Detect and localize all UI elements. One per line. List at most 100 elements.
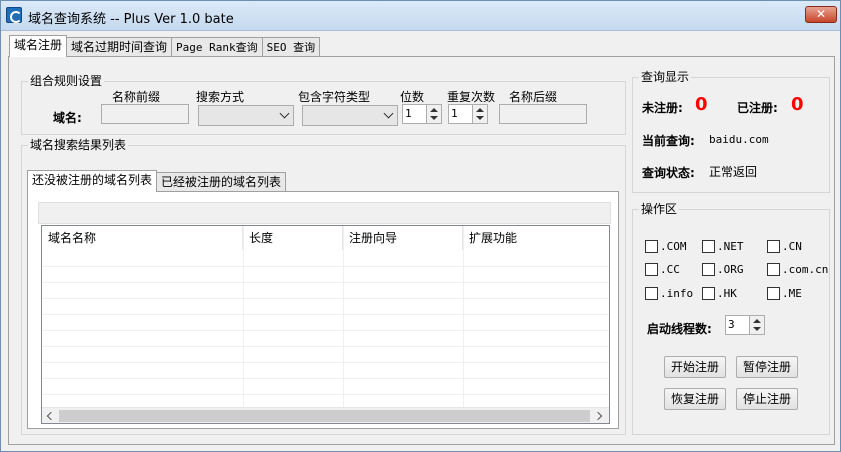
search-mode-select[interactable] <box>198 105 294 126</box>
prefix-input[interactable] <box>101 104 189 124</box>
tab-expiry-query[interactable]: 域名过期时间查询 <box>66 37 173 57</box>
grid-line <box>42 298 609 299</box>
grid-line <box>42 394 609 395</box>
horizontal-scrollbar[interactable] <box>42 407 609 423</box>
checkbox-box[interactable] <box>767 263 780 276</box>
window-title: 域名查询系统 -- Plus Ver 1.0 bate <box>28 12 234 27</box>
title-bar[interactable]: 域名查询系统 -- Plus Ver 1.0 bate ✕ <box>1 1 840 31</box>
checkbox-box[interactable] <box>702 287 715 300</box>
chevron-left-icon[interactable] <box>46 411 56 421</box>
tld-checkbox-me[interactable]: .ME <box>767 287 802 300</box>
prefix-label: 名称前缀 <box>112 90 161 104</box>
suffix-label: 名称后缀 <box>509 90 558 104</box>
tld-label: .COM <box>660 240 687 253</box>
tld-checkbox-cn[interactable]: .CN <box>767 240 802 253</box>
spin-up-icon[interactable] <box>753 319 761 323</box>
results-list-header: 域名名称 长度 注册向导 扩展功能 <box>42 226 609 250</box>
column-header-extensions[interactable]: 扩展功能 <box>463 226 603 250</box>
checkbox-box[interactable] <box>645 240 658 253</box>
checkbox-box[interactable] <box>767 240 780 253</box>
grid-line <box>42 378 609 379</box>
current-query-label: 当前查询: <box>642 134 695 148</box>
status-label: 查询状态: <box>642 166 695 180</box>
digits-value: 1 <box>405 107 412 120</box>
query-display-title: 查询显示 <box>639 70 692 84</box>
close-button[interactable]: ✕ <box>805 6 837 23</box>
grid-line <box>42 330 609 331</box>
repeat-stepper-buttons[interactable] <box>472 105 487 123</box>
tab-page-rank[interactable]: Page Rank查询 <box>171 37 263 57</box>
tld-checkbox-net[interactable]: .NET <box>702 240 744 253</box>
suffix-input[interactable] <box>499 104 587 124</box>
grid-line <box>42 314 609 315</box>
status-value: 正常返回 <box>709 165 758 179</box>
results-toolbar-strip <box>38 202 611 224</box>
column-divider <box>463 226 464 408</box>
scrollbar-thumb[interactable] <box>59 410 590 422</box>
digits-stepper[interactable]: 1 <box>402 104 442 124</box>
stop-register-button[interactable]: 停止注册 <box>736 388 798 410</box>
tab-unregistered-list[interactable]: 还没被注册的域名列表 <box>27 170 158 192</box>
pause-register-button[interactable]: 暂停注册 <box>736 356 798 378</box>
column-header-register-guide[interactable]: 注册向导 <box>343 226 463 250</box>
threads-stepper-buttons[interactable] <box>749 316 764 334</box>
checkbox-box[interactable] <box>645 263 658 276</box>
spin-down-icon[interactable] <box>430 116 438 120</box>
column-header-domain[interactable]: 域名名称 <box>42 226 243 250</box>
checkbox-box[interactable] <box>767 287 780 300</box>
tld-label: .ME <box>782 287 802 300</box>
operations-group-title: 操作区 <box>639 202 680 216</box>
app-icon <box>6 7 22 23</box>
chevron-down-icon <box>279 108 290 119</box>
chevron-right-icon[interactable] <box>593 411 603 421</box>
tld-label: .info <box>660 287 694 300</box>
spin-down-icon[interactable] <box>476 116 484 120</box>
checkbox-box[interactable] <box>645 287 658 300</box>
tld-checkbox-org[interactable]: .ORG <box>702 263 744 276</box>
tld-label: .CC <box>660 263 680 276</box>
tld-checkbox-info[interactable]: .info <box>645 287 693 300</box>
current-query-value: baidu.com <box>709 133 769 146</box>
search-mode-label: 搜索方式 <box>196 90 245 104</box>
registered-count: 0 <box>791 94 804 115</box>
checkbox-box[interactable] <box>702 240 715 253</box>
app-window: 域名查询系统 -- Plus Ver 1.0 bate ✕ 域名注册 域名过期时… <box>0 0 841 452</box>
column-divider <box>343 226 344 408</box>
tab-domain-register[interactable]: 域名注册 <box>9 35 68 57</box>
spin-up-icon[interactable] <box>476 108 484 112</box>
main-tab-panel: 组合规则设置 名称前缀 搜索方式 包含字符类型 位数 重复次数 名称后缀 域名:… <box>8 56 835 445</box>
column-header-length[interactable]: 长度 <box>243 226 343 250</box>
main-tab-strip: 域名注册 域名过期时间查询 Page Rank查询 SEO 查询 <box>9 35 321 57</box>
start-register-button[interactable]: 开始注册 <box>664 356 726 378</box>
threads-label: 启动线程数: <box>647 322 712 336</box>
repeat-value: 1 <box>451 107 458 120</box>
char-type-label: 包含字符类型 <box>298 90 371 104</box>
registered-label: 已注册: <box>737 101 778 115</box>
spin-up-icon[interactable] <box>430 108 438 112</box>
tld-checkbox-com[interactable]: .COM <box>645 240 687 253</box>
digits-label: 位数 <box>400 90 425 104</box>
grid-line <box>42 362 609 363</box>
resume-register-button[interactable]: 恢复注册 <box>664 388 726 410</box>
tld-checkbox-comcn[interactable]: .com.cn <box>767 263 828 276</box>
rules-group-title: 组合规则设置 <box>28 74 105 88</box>
checkbox-box[interactable] <box>702 263 715 276</box>
results-tab-strip: 还没被注册的域名列表 已经被注册的域名列表 <box>27 170 287 192</box>
char-type-select[interactable] <box>302 105 398 126</box>
threads-value: 3 <box>728 318 735 331</box>
column-divider <box>243 226 244 408</box>
tab-registered-list[interactable]: 已经被注册的域名列表 <box>156 172 287 192</box>
threads-stepper[interactable]: 3 <box>725 315 765 335</box>
results-list[interactable]: 域名名称 长度 注册向导 扩展功能 <box>41 225 610 424</box>
chevron-down-icon <box>383 108 394 119</box>
tab-seo-query[interactable]: SEO 查询 <box>261 37 321 57</box>
spin-down-icon[interactable] <box>753 327 761 331</box>
repeat-stepper[interactable]: 1 <box>448 104 488 124</box>
tld-checkbox-hk[interactable]: .HK <box>702 287 737 300</box>
digits-stepper-buttons[interactable] <box>426 105 441 123</box>
tld-label: .ORG <box>717 263 744 276</box>
tld-checkbox-cc[interactable]: .CC <box>645 263 680 276</box>
domain-label: 域名: <box>53 111 82 125</box>
unregistered-label: 未注册: <box>642 101 683 115</box>
tld-label: .HK <box>717 287 737 300</box>
